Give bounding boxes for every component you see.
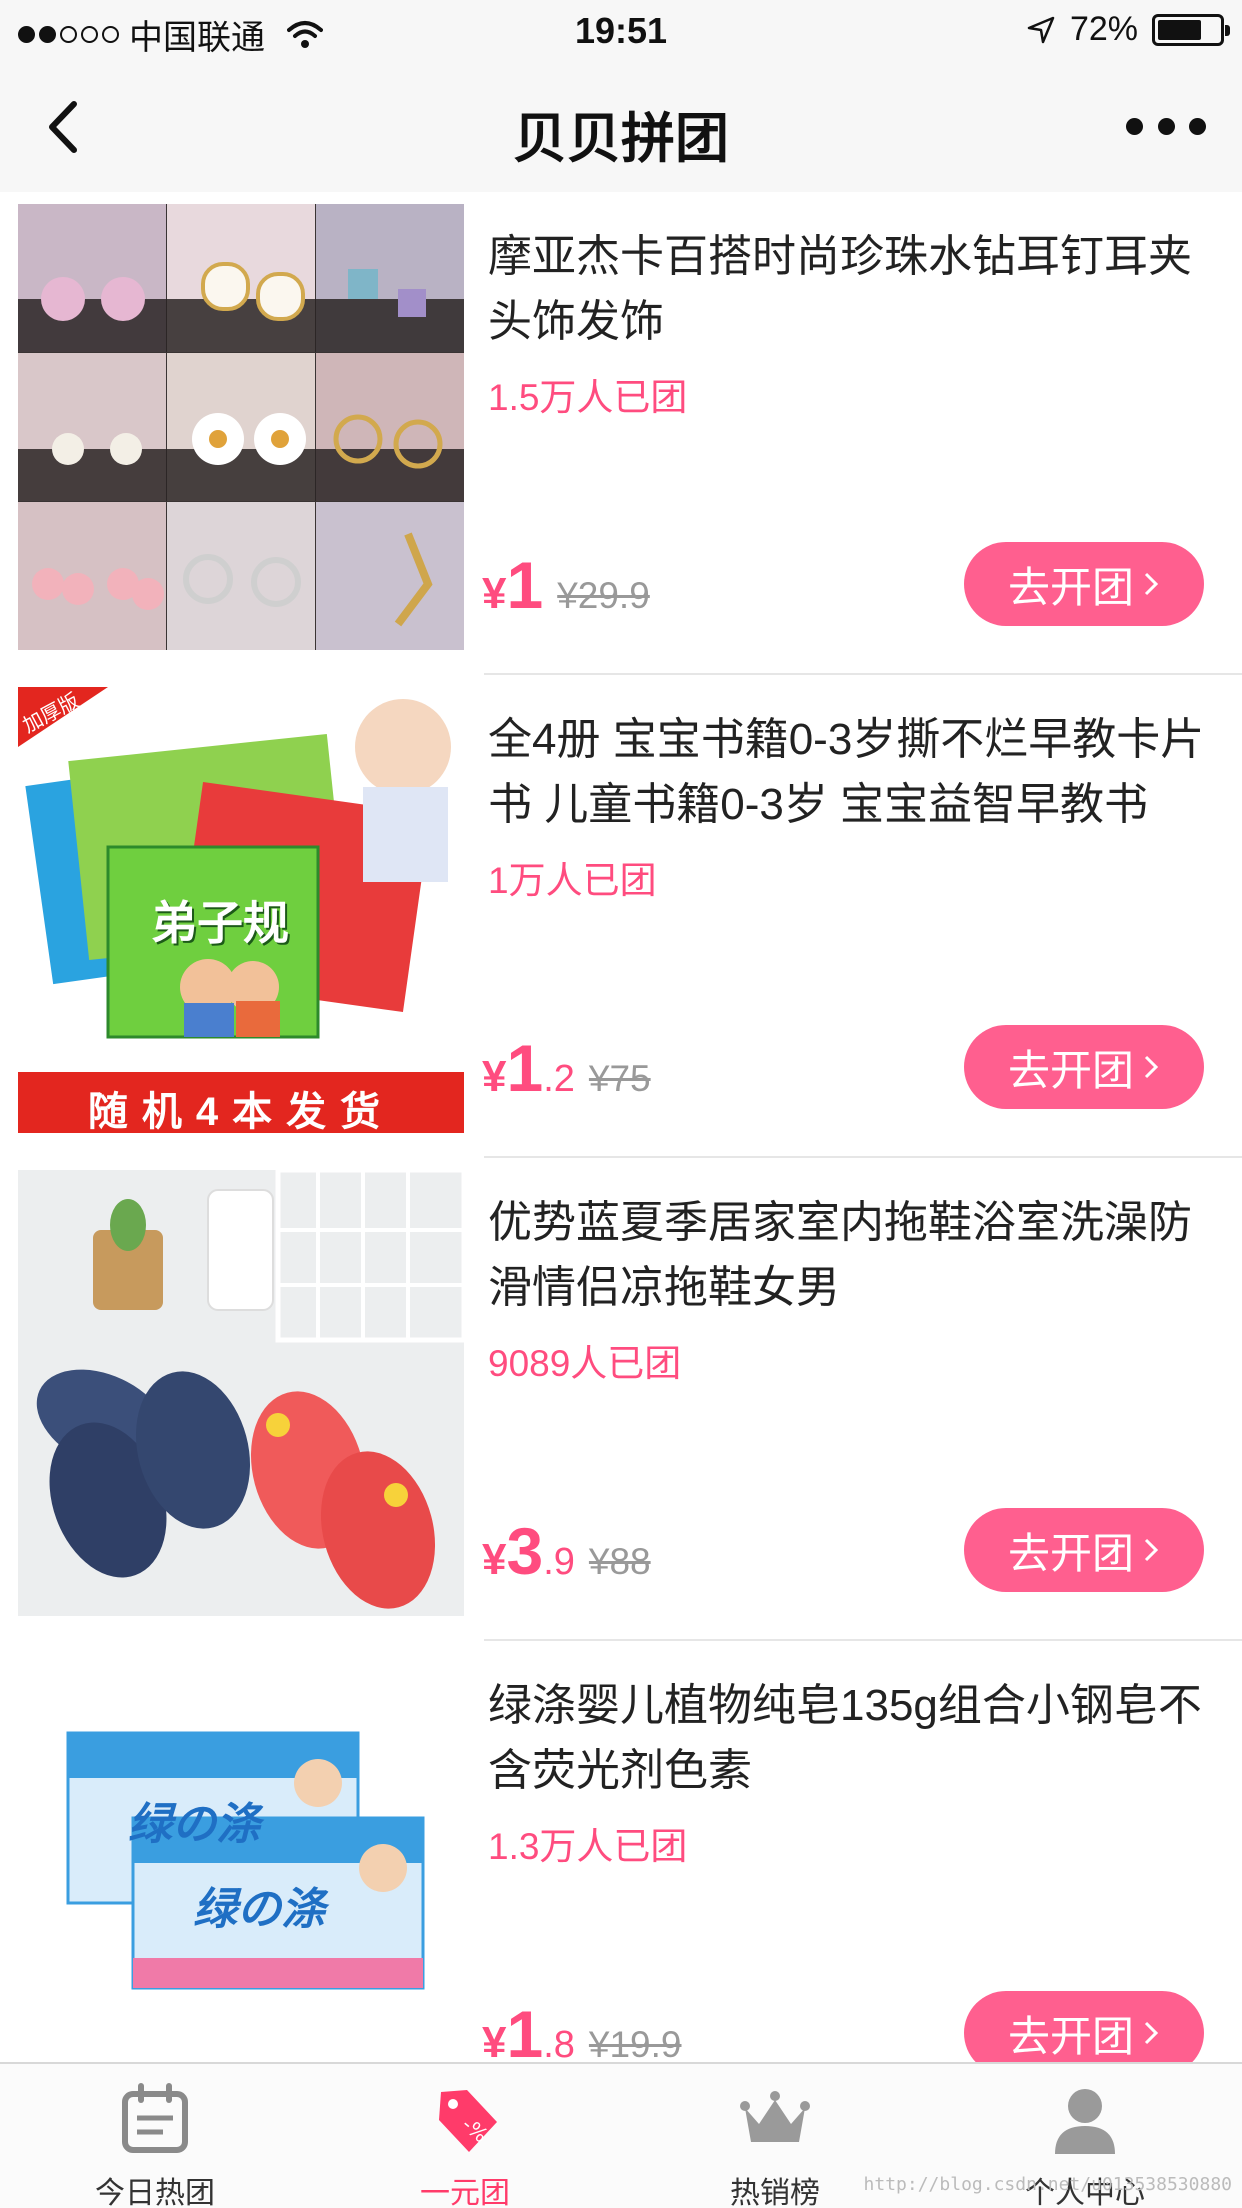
product-title[interactable]: 全4册 宝宝书籍0-3岁撕不烂早教卡片书 儿童书籍0-3岁 宝宝益智早教书: [488, 707, 1208, 837]
status-right: 72%: [1026, 10, 1230, 49]
more-options-button[interactable]: [1126, 110, 1206, 142]
tab-label: 今日热团: [95, 2177, 215, 2208]
product-info: 绿涤婴儿植物纯皂135g组合小钢皂不含荧光剂色素 1.3万人已团 ¥ 1 .8 …: [482, 1641, 1228, 2062]
product-image-earrings[interactable]: [18, 204, 464, 650]
join-group-button[interactable]: 去开团: [964, 1991, 1204, 2062]
soap-brand-text: 绿の涤: [128, 1800, 260, 1849]
price: ¥ 1 ¥29.9: [482, 552, 650, 619]
join-group-button[interactable]: 去开团: [964, 1025, 1204, 1109]
price-decimal: .9: [543, 1541, 575, 1583]
watermark: http://blog.csdn.net/u013538530880: [863, 2174, 1232, 2195]
original-price: ¥75: [588, 1058, 651, 1099]
price-integer: 3: [506, 1514, 544, 1588]
price-tag-icon: -%: [439, 2090, 497, 2152]
currency-symbol: ¥: [482, 1535, 507, 1584]
sold-count: 1.5万人已团: [488, 377, 688, 418]
currency-symbol: ¥: [482, 1052, 507, 1101]
original-price: ¥29.9: [557, 575, 650, 616]
product-item[interactable]: 绿の涤 绿の涤 绿涤婴儿植物纯皂135g组合小钢皂不含荧光剂色素 1.3万人已团…: [0, 1641, 1242, 2062]
sold-count: 9089人已团: [488, 1343, 682, 1384]
crown-icon: [740, 2091, 810, 2142]
sold-count: 1万人已团: [488, 860, 657, 901]
product-title[interactable]: 摩亚杰卡百搭时尚珍珠水钻耳钉耳夹头饰发饰: [488, 224, 1208, 354]
random-shipping-banner: 随机4本发货: [87, 1090, 395, 1133]
chevron-right-icon: [1144, 572, 1159, 596]
product-image-baby-soap[interactable]: 绿の涤 绿の涤: [18, 1653, 464, 2062]
soap-brand-text: 绿の涤: [193, 1885, 325, 1934]
product-item[interactable]: 优势蓝夏季居家室内拖鞋浴室洗澡防滑情侣凉拖鞋女男 9089人已团 ¥ 3 .9 …: [0, 1158, 1242, 1641]
currency-symbol: ¥: [482, 2018, 507, 2062]
chevron-right-icon: [1144, 1055, 1159, 1079]
original-price: ¥19.9: [588, 2024, 682, 2062]
product-item[interactable]: 加厚版 弟子规 随机4本发货 全4册 宝宝书籍0-3岁撕不烂早教卡片书 儿童书籍…: [0, 675, 1242, 1158]
location-arrow-icon: [1027, 16, 1055, 43]
calendar-icon: [122, 2083, 188, 2153]
product-title[interactable]: 优势蓝夏季居家室内拖鞋浴室洗澡防滑情侣凉拖鞋女男: [488, 1190, 1208, 1320]
join-group-button[interactable]: 去开团: [964, 542, 1204, 626]
join-group-label: 去开团: [1007, 1046, 1134, 1094]
price: ¥ 3 .9 ¥88: [482, 1518, 651, 1585]
product-info: 全4册 宝宝书籍0-3岁撕不烂早教卡片书 儿童书籍0-3岁 宝宝益智早教书 1万…: [482, 675, 1228, 1158]
navigation-bar: 贝贝拼团: [0, 62, 1242, 192]
tab-label: 一元团: [420, 2177, 510, 2208]
price-decimal: .8: [543, 2024, 575, 2062]
price: ¥ 1 .8 ¥19.9: [482, 2001, 682, 2062]
product-image-baby-books[interactable]: 加厚版 弟子规 随机4本发货: [18, 687, 464, 1133]
battery-icon: [1152, 13, 1230, 46]
page-title: 贝贝拼团: [513, 109, 729, 169]
join-group-label: 去开团: [1007, 1529, 1134, 1577]
product-list[interactable]: 摩亚杰卡百搭时尚珍珠水钻耳钉耳夹头饰发饰 1.5万人已团 ¥ 1 ¥29.9 去…: [0, 192, 1242, 2062]
book-title-text: 弟子规: [151, 897, 289, 949]
product-title[interactable]: 绿涤婴儿植物纯皂135g组合小钢皂不含荧光剂色素: [488, 1673, 1208, 1803]
price-integer: 1: [506, 548, 544, 622]
chevron-right-icon: [1144, 2021, 1159, 2045]
tab-today-hot[interactable]: 今日热团: [0, 2064, 310, 2208]
tab-one-yuan[interactable]: -% 一元团: [310, 2064, 620, 2208]
price: ¥ 1 .2 ¥75: [482, 1035, 651, 1102]
join-group-label: 去开团: [1007, 2012, 1134, 2060]
status-bar: 中国联通 19:51 72%: [0, 0, 1242, 62]
join-group-label: 去开团: [1007, 563, 1134, 611]
chevron-right-icon: [1144, 1538, 1159, 1562]
product-item[interactable]: 摩亚杰卡百搭时尚珍珠水钻耳钉耳夹头饰发饰 1.5万人已团 ¥ 1 ¥29.9 去…: [0, 192, 1242, 675]
currency-symbol: ¥: [482, 569, 507, 618]
original-price: ¥88: [588, 1541, 651, 1582]
price-integer: 1: [506, 1031, 544, 1105]
product-image-slippers[interactable]: [18, 1170, 464, 1616]
sold-count: 1.3万人已团: [488, 1826, 688, 1867]
product-info: 摩亚杰卡百搭时尚珍珠水钻耳钉耳夹头饰发饰 1.5万人已团 ¥ 1 ¥29.9 去…: [482, 192, 1228, 675]
product-info: 优势蓝夏季居家室内拖鞋浴室洗澡防滑情侣凉拖鞋女男 9089人已团 ¥ 3 .9 …: [482, 1158, 1228, 1641]
person-icon: [1055, 2089, 1115, 2154]
join-group-button[interactable]: 去开团: [964, 1508, 1204, 1592]
battery-percent: 72%: [1069, 10, 1138, 48]
price-integer: 1: [506, 1997, 544, 2062]
price-decimal: .2: [543, 1058, 575, 1100]
